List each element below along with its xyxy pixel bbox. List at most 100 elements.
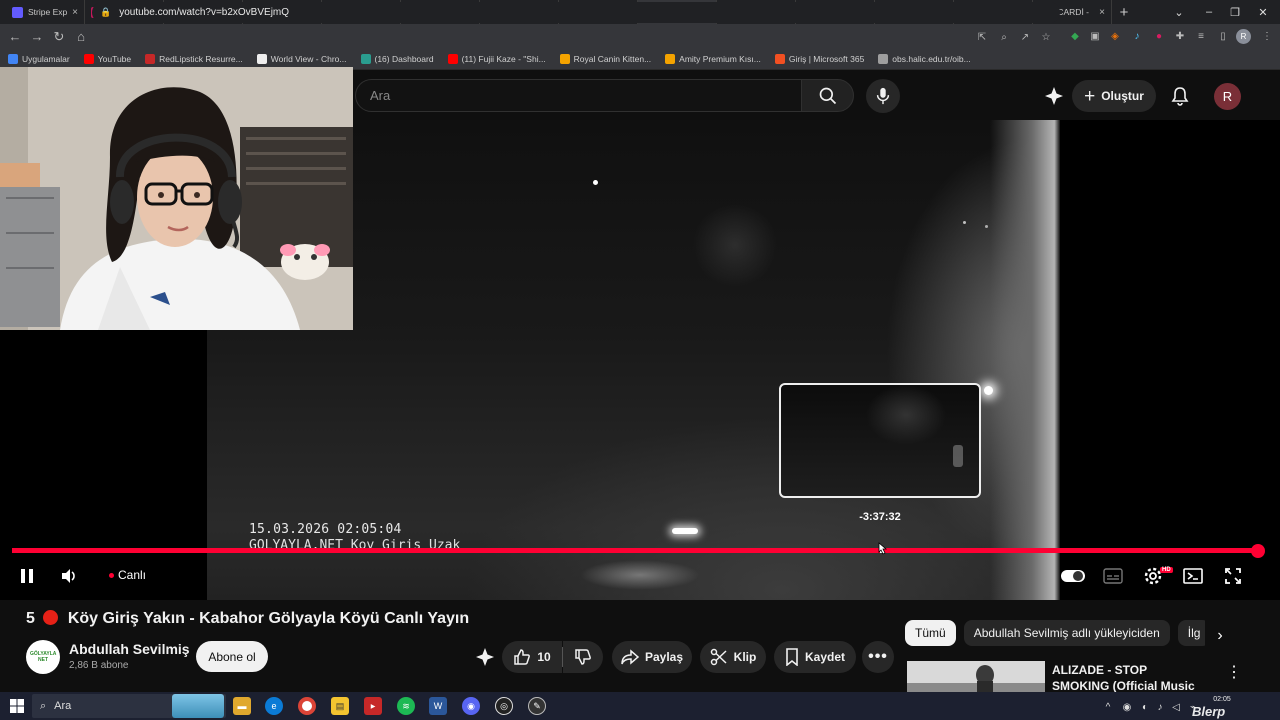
extension-fox-icon[interactable]: ◈	[1108, 29, 1122, 43]
filter-chip[interactable]: Tümü	[905, 620, 956, 646]
word-icon[interactable]: W	[429, 697, 447, 715]
bookmark-item[interactable]: Royal Canin Kitten...	[559, 54, 651, 64]
ground-glow	[580, 560, 700, 590]
extension-shield-icon[interactable]: ◆	[1068, 29, 1082, 43]
lock-icon: 🔒	[100, 7, 112, 17]
miniplayer-button[interactable]	[1182, 564, 1204, 588]
video-title: 5 Köy Giriş Yakın - Kabahor Gölyayla Köy…	[26, 610, 469, 628]
extension-square-icon[interactable]: ▣	[1088, 29, 1102, 43]
tray-record-icon[interactable]: ◉	[1120, 700, 1134, 714]
bookmark-item[interactable]: (16) Dashboard	[360, 54, 434, 64]
search-button[interactable]	[801, 79, 854, 112]
minimize-icon[interactable]: –	[1196, 0, 1222, 24]
bookmark-favicon-icon	[145, 54, 156, 64]
chrome-icon[interactable]	[298, 697, 316, 715]
subtitles-button[interactable]	[1102, 564, 1124, 588]
extension-blerp-icon[interactable]: ●	[1152, 29, 1166, 43]
tray-app-icon[interactable]: ◐	[1138, 700, 1152, 714]
subscriber-count: 2,86 B abone	[69, 660, 129, 671]
home-icon[interactable]: ⌂	[70, 26, 92, 48]
bookmark-item[interactable]: RedLipstick Resurre...	[145, 54, 243, 64]
side-panel-icon[interactable]: ▯	[1216, 29, 1230, 43]
profile-avatar-icon[interactable]: R	[1236, 29, 1251, 44]
seek-preview-thumbnail	[779, 383, 981, 498]
save-button[interactable]: Kaydet	[774, 641, 856, 673]
bookmark-item[interactable]: Uygulamalar	[8, 54, 70, 64]
filter-chip[interactable]: İlg	[1177, 620, 1205, 646]
video-editor-icon[interactable]: ▶	[364, 697, 382, 715]
spotify-icon[interactable]: ≋	[397, 697, 415, 715]
filter-chip[interactable]: Abdullah Sevilmiş adlı yükleyiciden	[963, 620, 1170, 646]
channel-name[interactable]: Abdullah Sevilmiş	[69, 641, 190, 657]
notifications-bell-icon[interactable]	[1170, 86, 1190, 106]
tab-search-icon[interactable]: ⌄	[1166, 0, 1192, 24]
close-window-icon[interactable]: ✕	[1250, 0, 1276, 24]
bookmark-item[interactable]: Giriş | Microsoft 365	[774, 54, 864, 64]
reload-icon[interactable]: ↻	[48, 26, 70, 48]
progress-bar[interactable]	[12, 548, 1258, 553]
live-label[interactable]: Canlı	[118, 568, 146, 582]
new-tab-button[interactable]: +	[1112, 0, 1136, 24]
bookmark-item[interactable]: Amity Premium Kısı...	[665, 54, 761, 64]
ask-ai-sparkle-icon[interactable]	[475, 647, 495, 667]
discord-icon[interactable]: ◉	[462, 697, 480, 715]
fullscreen-icon	[1225, 568, 1241, 584]
bookmark-item[interactable]: World View - Chro...	[256, 54, 347, 64]
tab-close-icon[interactable]: ×	[1099, 7, 1105, 18]
channel-avatar[interactable]: GÖLYAYLA NET	[26, 640, 60, 674]
miniplayer-icon	[1183, 568, 1203, 584]
pause-button[interactable]	[16, 564, 38, 588]
zoom-icon[interactable]: ⌕	[997, 30, 1011, 44]
extension-sound-icon[interactable]: ♪	[1130, 29, 1144, 43]
forward-icon[interactable]: →	[26, 26, 48, 48]
extensions-puzzle-icon[interactable]: ✚	[1173, 29, 1187, 43]
notes-icon[interactable]: ▤	[331, 697, 349, 715]
ai-sparkle-icon[interactable]	[1044, 86, 1064, 106]
create-button[interactable]: + Oluştur	[1072, 80, 1156, 112]
reading-list-icon[interactable]: ≡	[1194, 29, 1208, 43]
autoplay-toggle[interactable]	[1060, 564, 1086, 588]
dislike-button[interactable]	[563, 641, 603, 673]
fullscreen-button[interactable]	[1222, 564, 1244, 588]
tab-close-icon[interactable]: ×	[72, 7, 78, 18]
subscribe-button[interactable]: Abone ol	[196, 641, 268, 672]
like-button[interactable]: 10	[502, 641, 562, 673]
voice-search-button[interactable]	[866, 79, 900, 113]
bookmark-label: RedLipstick Resurre...	[159, 54, 243, 64]
install-icon[interactable]: ⇱	[975, 30, 989, 44]
windows-start-icon[interactable]	[10, 699, 24, 713]
light-point	[985, 225, 988, 228]
restore-icon[interactable]: ❐	[1222, 0, 1248, 24]
tray-chevron-icon[interactable]: ^	[1102, 700, 1114, 714]
address-bar[interactable]: 🔒 youtube.com/watch?v=b2xOvBVEjmQ	[92, 2, 1060, 23]
taskbar-clock[interactable]: 02:05	[1208, 696, 1236, 703]
bookmark-item[interactable]: (11) Fujii Kaze - "Shi...	[447, 54, 546, 64]
bookmark-item[interactable]: obs.halic.edu.tr/oib...	[878, 54, 971, 64]
taskbar-search-placeholder: Ara	[54, 700, 72, 712]
recommendation-thumbnail[interactable]	[907, 661, 1045, 695]
share-icon[interactable]: ↗	[1018, 30, 1032, 44]
file-explorer-icon[interactable]: ▬	[233, 697, 251, 715]
obs-icon[interactable]: ◎	[495, 697, 513, 715]
share-button[interactable]: Paylaş	[612, 641, 692, 673]
bookmark-favicon-icon	[774, 54, 785, 64]
progress-scrubber[interactable]	[1251, 544, 1265, 558]
browser-tab[interactable]: Stripe Exp ×	[6, 0, 85, 24]
youtube-search-input[interactable]: Ara	[355, 79, 801, 112]
bookmark-star-icon[interactable]: ☆	[1039, 30, 1053, 44]
tray-volume-icon[interactable]: ◁	[1170, 700, 1182, 714]
tray-mic-icon[interactable]: ♪	[1154, 700, 1166, 714]
more-vertical-icon[interactable]: ⋮	[1226, 662, 1242, 682]
clip-button[interactable]: Klip	[700, 641, 766, 673]
create-label: Oluştur	[1101, 89, 1144, 103]
volume-button[interactable]	[58, 564, 80, 588]
avatar-letter: R	[1222, 89, 1233, 104]
account-avatar[interactable]: R	[1214, 83, 1241, 110]
back-icon[interactable]: ←	[4, 26, 26, 48]
chevron-right-icon[interactable]: ›	[1208, 624, 1232, 648]
browser-menu-icon[interactable]: ⋮	[1260, 29, 1274, 43]
app-icon[interactable]: ✎	[528, 697, 546, 715]
more-actions-button[interactable]: •••	[862, 641, 894, 673]
edge-icon[interactable]: e	[265, 697, 283, 715]
bookmark-item[interactable]: YouTube	[83, 54, 131, 64]
